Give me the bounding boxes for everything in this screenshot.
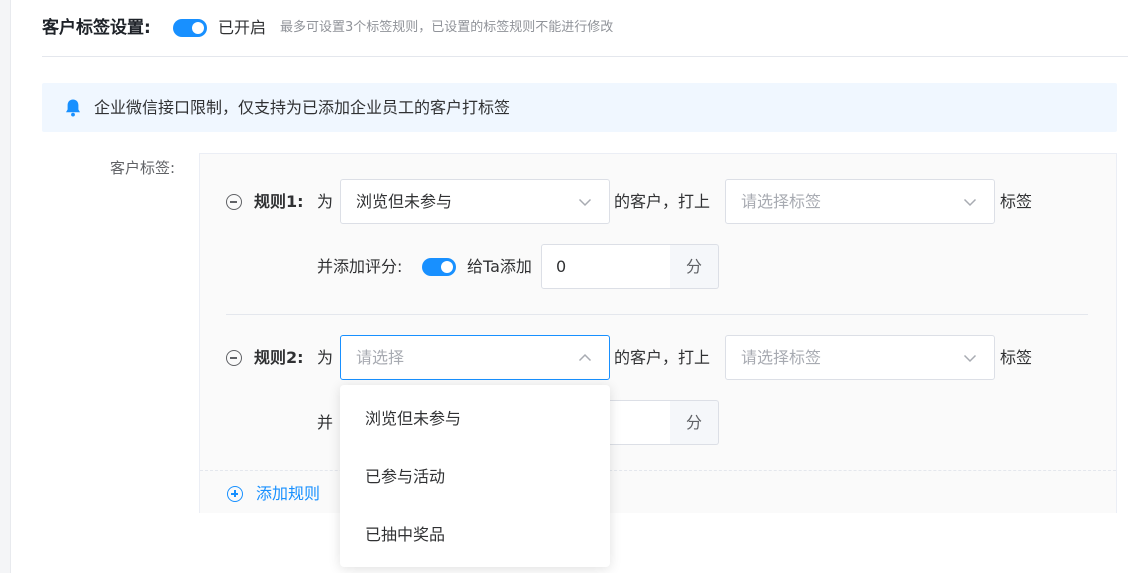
rule-2-for-text: 为 [317,348,334,367]
rule-1-for-text: 为 [317,192,334,211]
rule-2-score-unit: 分 [670,400,719,445]
remove-rule-1-icon[interactable] [226,194,242,210]
rule-1-score-label: 并添加评分: [317,257,403,276]
rule-2-mid-text: 的客户，打上 [614,348,711,367]
rule-2-tag-select[interactable]: 请选择标签 [725,335,995,380]
rule-1-score-input[interactable]: 0 [541,244,671,289]
rule-2-condition-select[interactable]: 请选择 [340,335,610,380]
rule-1-condition-value: 浏览但未参与 [356,192,453,211]
rule-1-score-value: 0 [556,257,567,276]
alert-text: 企业微信接口限制，仅支持为已添加企业员工的客户打标签 [94,98,511,117]
rule-1-score-unit: 分 [670,244,719,289]
rule-1-mid-text: 的客户，打上 [614,192,711,211]
remove-rule-2-icon[interactable] [226,350,242,366]
condition-dropdown: 浏览但未参与 已参与活动 已抽中奖品 [340,385,610,567]
chevron-down-icon [578,198,592,207]
dropdown-option[interactable]: 已参与活动 [340,448,610,506]
toggle-state-text: 已开启 [218,18,267,37]
bell-icon [66,99,80,117]
add-rule-button[interactable]: 添加规则 [256,482,320,506]
rules-footer [200,470,1116,513]
add-rule-icon[interactable] [227,486,243,502]
rule-1-score-toggle-text: 给Ta添加 [467,257,532,276]
rule-divider [226,314,1088,315]
rule-1-tag-select[interactable]: 请选择标签 [725,179,995,224]
left-gutter [0,0,11,573]
chevron-down-icon [963,198,977,207]
customer-tag-toggle[interactable] [173,19,207,37]
rule-1-tag-placeholder: 请选择标签 [741,192,822,211]
rule-1-condition-select[interactable]: 浏览但未参与 [340,179,610,224]
setting-hint: 最多可设置3个标签规则，已设置的标签规则不能进行修改 [280,20,614,35]
rule-2-condition-placeholder: 请选择 [356,348,405,367]
setting-title: 客户标签设置: [42,18,151,38]
dropdown-option[interactable]: 已抽中奖品 [340,506,610,564]
toggle-knob [441,261,453,273]
toggle-knob [192,22,204,34]
rule-1-label: 规则1: [254,192,304,211]
rule-2-label: 规则2: [254,348,304,367]
dropdown-option[interactable]: 浏览但未参与 [340,390,610,448]
rule-2-suffix: 标签 [1000,348,1033,367]
chevron-down-icon [963,354,977,363]
rule-2-score-label: 并 [317,413,334,432]
info-alert: 企业微信接口限制，仅支持为已添加企业员工的客户打标签 [42,83,1117,132]
header-divider [42,56,1128,57]
chevron-up-icon [578,353,592,362]
rule-2-tag-placeholder: 请选择标签 [741,348,822,367]
rule-1-suffix: 标签 [1000,192,1033,211]
customer-tag-label: 客户标签: [110,159,176,177]
rule-1-score-toggle[interactable] [422,258,456,276]
